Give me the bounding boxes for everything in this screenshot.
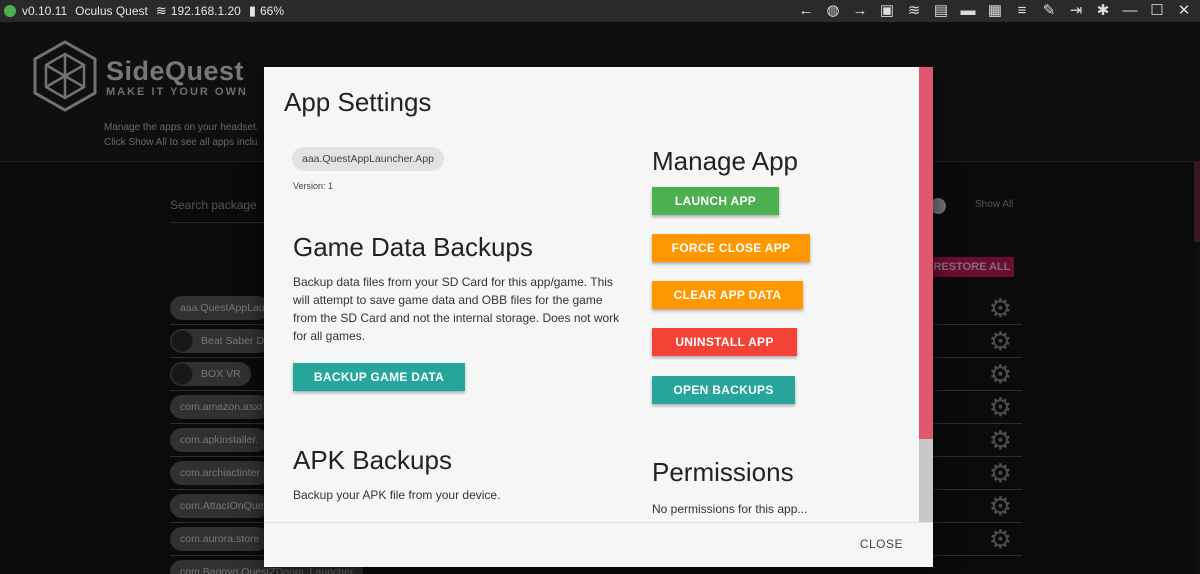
backup-icon[interactable]: ▤ bbox=[933, 0, 949, 22]
backup-game-data-button[interactable]: BACKUP GAME DATA bbox=[293, 363, 465, 391]
apk-backups-description: Backup your APK file from your device. bbox=[293, 488, 501, 502]
wifi-icon[interactable]: ≋ bbox=[906, 0, 922, 22]
app-version: v0.10.11 bbox=[22, 4, 68, 18]
modal-title: App Settings bbox=[284, 87, 432, 117]
connection-status-icon bbox=[4, 5, 16, 17]
grid-icon[interactable]: ▦ bbox=[987, 0, 1003, 22]
folder-icon[interactable]: ▬ bbox=[960, 0, 976, 22]
package-name-chip: aaa.QuestAppLauncher.App bbox=[292, 147, 444, 171]
bug-icon[interactable]: ✱ bbox=[1095, 0, 1111, 22]
exit-icon[interactable]: ⇥ bbox=[1068, 0, 1084, 22]
wrench-icon[interactable]: ✎ bbox=[1041, 0, 1057, 22]
battery-level: 66% bbox=[260, 4, 285, 18]
battery-icon: ▮ bbox=[248, 3, 256, 18]
wifi-status: ≋ 192.168.1.20 bbox=[156, 3, 241, 19]
wifi-icon: ≋ bbox=[155, 3, 167, 18]
close-button[interactable]: CLOSE bbox=[860, 537, 903, 551]
game-data-description: Backup data files from your SD Card for … bbox=[293, 275, 620, 343]
minimize-icon[interactable]: — bbox=[1122, 0, 1138, 22]
modal-scrollbar-thumb[interactable] bbox=[919, 67, 933, 439]
close-icon[interactable]: ✕ bbox=[1176, 0, 1192, 22]
modal-content: App Settings aaa.QuestAppLauncher.App Ve… bbox=[264, 67, 919, 522]
ip-address: 192.168.1.20 bbox=[170, 4, 241, 18]
launch-app-button[interactable]: LAUNCH APP bbox=[652, 187, 779, 215]
game-data-title: Game Data Backups bbox=[293, 232, 533, 262]
manage-app-title: Manage App bbox=[652, 146, 799, 176]
media-icon[interactable]: ▣ bbox=[879, 0, 895, 22]
force-close-app-button[interactable]: FORCE CLOSE APP bbox=[652, 234, 810, 262]
status-bar: v0.10.11 Oculus Quest ≋ 192.168.1.20 ▮ 6… bbox=[0, 0, 1200, 22]
globe-icon[interactable]: ◍ bbox=[825, 0, 841, 22]
modal-footer: CLOSE bbox=[264, 522, 933, 567]
list-check-icon[interactable]: ≡ bbox=[1014, 0, 1030, 22]
permissions-title: Permissions bbox=[652, 457, 794, 487]
clear-app-data-button[interactable]: CLEAR APP DATA bbox=[652, 281, 803, 309]
back-arrow-icon[interactable]: ← bbox=[798, 0, 814, 22]
permissions-text: No permissions for this app... bbox=[652, 502, 808, 516]
toolbar: ← ◍ → ▣ ≋ ▤ ▬ ▦ ≡ ✎ ⇥ ✱ — ☐ ✕ bbox=[798, 0, 1192, 22]
app-version-label: Version: 1 bbox=[293, 181, 334, 191]
apk-backups-title: APK Backups bbox=[293, 445, 452, 475]
device-name: Oculus Quest bbox=[75, 4, 148, 18]
uninstall-app-button[interactable]: UNINSTALL APP bbox=[652, 328, 797, 356]
forward-arrow-icon[interactable]: → bbox=[852, 0, 868, 22]
open-backups-button[interactable]: OPEN BACKUPS bbox=[652, 376, 795, 404]
battery-status: ▮ 66% bbox=[249, 3, 284, 19]
maximize-icon[interactable]: ☐ bbox=[1149, 0, 1165, 22]
app-settings-modal: App Settings aaa.QuestAppLauncher.App Ve… bbox=[264, 67, 933, 567]
